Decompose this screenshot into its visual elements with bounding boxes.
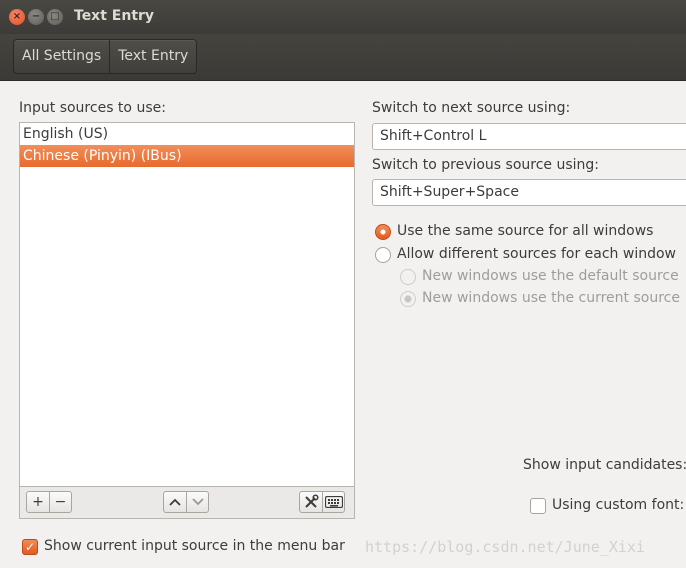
new-current-label: New windows use the current source xyxy=(422,290,680,306)
keyboard-layout-button[interactable] xyxy=(322,492,344,512)
show-candidates-label: Show input candidates: xyxy=(523,457,686,473)
custom-font-label: Using custom font: xyxy=(552,497,685,513)
list-item-english[interactable]: English (US) xyxy=(20,123,354,145)
watermark: https://blog.csdn.net/June_Xixi xyxy=(365,538,645,556)
text-entry-breadcrumb[interactable]: Text Entry xyxy=(109,40,196,73)
move-down-button[interactable] xyxy=(186,492,208,512)
new-current-radio xyxy=(400,291,416,307)
same-source-label: Use the same source for all windows xyxy=(397,223,654,239)
different-sources-label: Allow different sources for each window xyxy=(397,246,676,262)
minus-icon: − xyxy=(54,494,67,510)
add-source-button[interactable]: + xyxy=(27,492,49,512)
switch-prev-shortcut-field[interactable]: Shift+Super+Space xyxy=(372,179,686,206)
new-default-label: New windows use the default source xyxy=(422,268,679,284)
close-icon[interactable]: × xyxy=(9,9,25,25)
remove-source-button[interactable]: − xyxy=(49,492,71,512)
reorder-group xyxy=(163,491,209,513)
minimize-icon[interactable]: − xyxy=(28,9,44,25)
chevron-down-icon xyxy=(191,498,204,506)
different-sources-radio[interactable] xyxy=(375,247,391,263)
custom-font-checkbox[interactable] xyxy=(530,498,546,514)
switch-prev-label: Switch to previous source using: xyxy=(372,157,600,173)
switch-next-shortcut-field[interactable]: Shift+Control L xyxy=(372,123,686,150)
move-up-button[interactable] xyxy=(164,492,186,512)
add-remove-group: + − xyxy=(26,491,72,513)
all-settings-button[interactable]: All Settings xyxy=(14,40,109,73)
source-settings-group xyxy=(299,491,345,513)
same-source-radio[interactable] xyxy=(375,224,391,240)
source-settings-button[interactable] xyxy=(300,492,322,512)
chevron-up-icon xyxy=(169,498,181,506)
list-item-chinese-pinyin[interactable]: Chinese (Pinyin) (IBus) xyxy=(20,145,354,167)
input-sources-heading: Input sources to use: xyxy=(19,100,166,116)
show-menu-bar-label: Show current input source in the menu ba… xyxy=(44,538,345,554)
input-sources-list[interactable]: English (US) Chinese (Pinyin) (IBus) xyxy=(19,122,355,487)
toolbar: All Settings Text Entry xyxy=(0,34,686,81)
maximize-icon[interactable]: □ xyxy=(47,9,63,25)
breadcrumb: All Settings Text Entry xyxy=(13,39,198,74)
show-menu-bar-checkbox[interactable]: ✓ xyxy=(22,539,38,555)
tools-icon xyxy=(305,494,319,508)
input-sources-toolbar: + − xyxy=(19,487,355,519)
window-title: Text Entry xyxy=(74,8,155,24)
keyboard-icon xyxy=(324,496,343,508)
new-default-radio xyxy=(400,269,416,285)
title-bar: × − □ Text Entry xyxy=(0,0,686,34)
switch-next-label: Switch to next source using: xyxy=(372,100,571,116)
plus-icon: + xyxy=(32,494,44,510)
